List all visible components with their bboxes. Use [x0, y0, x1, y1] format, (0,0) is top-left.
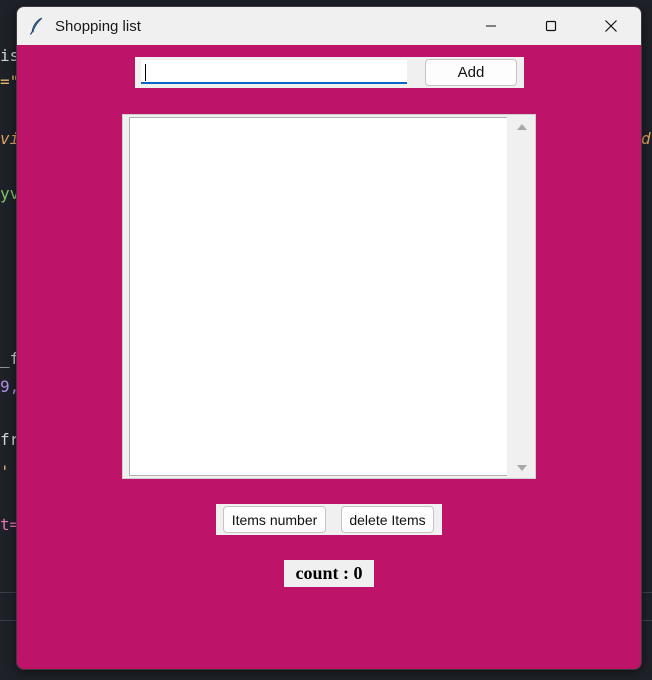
button-frame: Items number delete Items — [216, 504, 442, 535]
maximize-icon — [545, 20, 557, 32]
code-fragment: d — [641, 129, 651, 148]
items-listbox[interactable] — [129, 117, 507, 476]
minimize-button[interactable] — [461, 7, 521, 45]
item-input[interactable] — [141, 60, 407, 84]
delete-items-button[interactable]: delete Items — [341, 506, 434, 533]
maximize-button[interactable] — [521, 7, 581, 45]
title-bar[interactable]: Shopping list — [17, 7, 641, 45]
close-icon — [605, 20, 617, 32]
items-number-button[interactable]: Items number — [223, 506, 326, 533]
close-button[interactable] — [581, 7, 641, 45]
list-frame — [122, 114, 536, 479]
triangle-down-icon — [517, 465, 527, 471]
vertical-scrollbar[interactable] — [512, 117, 532, 476]
window-title: Shopping list — [55, 17, 141, 35]
minimize-icon — [486, 25, 496, 27]
window-controls — [461, 7, 641, 45]
scroll-down-arrow[interactable] — [512, 460, 532, 476]
shopping-list-window: Shopping list Add Items number delete It… — [16, 6, 642, 670]
feather-icon — [27, 16, 47, 36]
triangle-up-icon — [517, 124, 527, 130]
scroll-up-arrow[interactable] — [512, 119, 532, 135]
text-caret — [145, 64, 146, 81]
add-button[interactable]: Add — [425, 59, 517, 86]
count-label: count : 0 — [284, 560, 374, 587]
entry-frame: Add — [135, 57, 524, 88]
